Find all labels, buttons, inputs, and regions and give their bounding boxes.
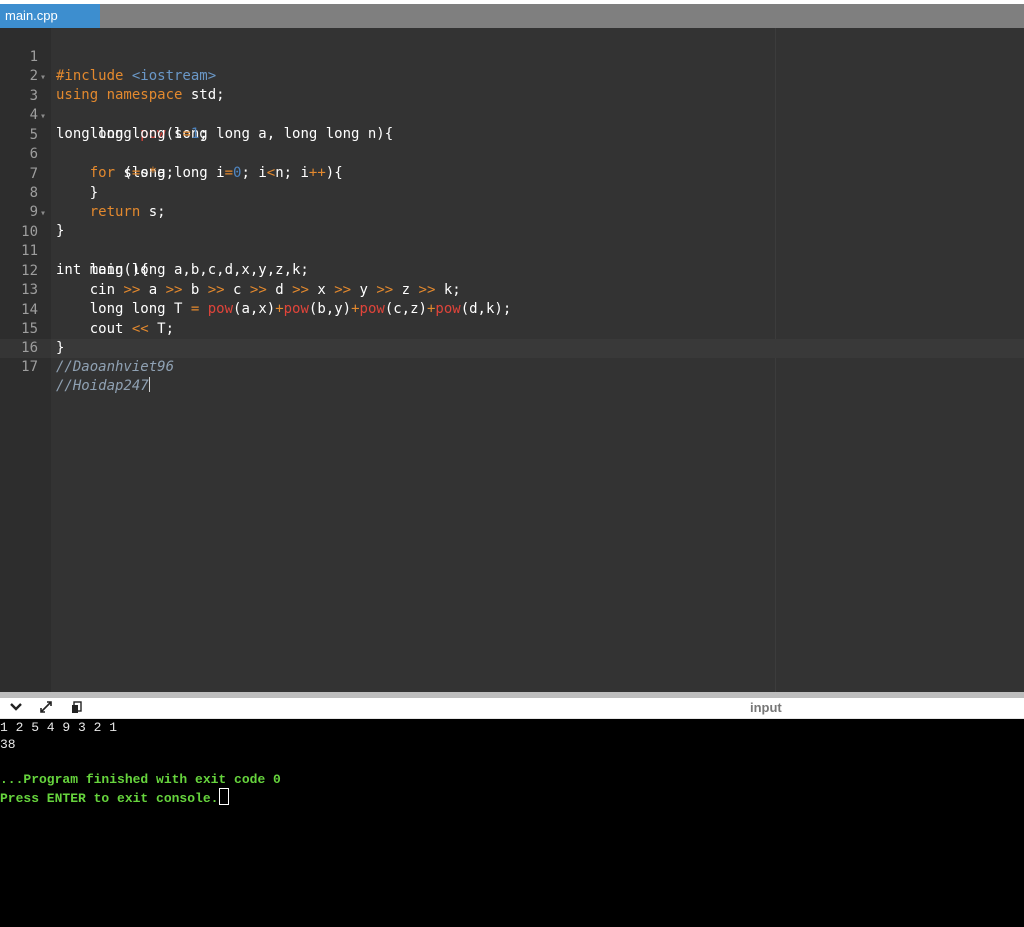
copy-icon[interactable] bbox=[69, 700, 85, 716]
code-text: //Daoanhviet96 bbox=[56, 359, 175, 375]
console-finished-line: ...Program finished with exit code 0 bbox=[0, 772, 281, 787]
code-line-15[interactable]: 15 } bbox=[0, 301, 1024, 356]
text-cursor bbox=[148, 377, 150, 392]
console-output[interactable]: 1 2 5 4 9 3 2 1 38 ...Program finished w… bbox=[0, 719, 1024, 927]
code-line-9[interactable]: 9 } bbox=[0, 184, 1024, 239]
tab-main-cpp[interactable]: main.cpp bbox=[0, 4, 100, 28]
console-input-line: 1 2 5 4 9 3 2 1 bbox=[0, 720, 118, 735]
code-text: //Hoidap247 bbox=[56, 377, 150, 394]
input-tab[interactable]: input bbox=[750, 698, 782, 717]
code-line-17[interactable]: 17 //Hoidap247 bbox=[0, 339, 1024, 394]
code-line-16[interactable]: 16 //Daoanhviet96 bbox=[0, 320, 1024, 375]
fold-arrow-icon[interactable]: ▾ bbox=[40, 68, 50, 87]
code-line-1[interactable]: 1 #include <iostream> bbox=[0, 29, 1024, 84]
code-line-10[interactable]: 10 ▾ int main(){ bbox=[0, 204, 1024, 278]
line-number: 17 bbox=[21, 359, 38, 375]
code-line-4[interactable]: 4 long long s=1; bbox=[0, 87, 1024, 142]
code-line-3[interactable]: 3 ▾ long long pow(long long a, long long… bbox=[0, 68, 1024, 142]
expand-arrows-icon[interactable] bbox=[38, 700, 54, 716]
console-output-line: 38 bbox=[0, 737, 16, 752]
code-line-13[interactable]: 13 long long T = pow(a,x)+pow(b,y)+pow(c… bbox=[0, 262, 1024, 317]
code-line-2[interactable]: 2 using namespace std; bbox=[0, 48, 1024, 103]
console-exit-line: Press ENTER to exit console. bbox=[0, 788, 230, 808]
terminal-cursor bbox=[219, 788, 230, 805]
console-toolbar: input bbox=[0, 698, 1024, 719]
chevron-down-icon[interactable] bbox=[8, 700, 24, 716]
code-line-5[interactable]: 5 ▾ for (long long i=0; i<n; i++){ bbox=[0, 107, 1024, 181]
code-line-14[interactable]: 14 cout << T; bbox=[0, 282, 1024, 337]
code-line-6[interactable]: 6 s=s*a; bbox=[0, 126, 1024, 181]
code-line-7[interactable]: 7 } bbox=[0, 146, 1024, 201]
fold-arrow-icon[interactable]: ▾ bbox=[40, 107, 50, 126]
code-editor[interactable]: 1 #include <iostream> 2 using namespace … bbox=[0, 28, 1024, 692]
code-line-11[interactable]: 11 long long a,b,c,d,x,y,z,k; bbox=[0, 223, 1024, 278]
code-line-12[interactable]: 12 cin >> a >> b >> c >> d >> x >> y >> … bbox=[0, 243, 1024, 298]
console-exit-text: Press ENTER to exit console. bbox=[0, 791, 219, 806]
code-line-8[interactable]: 8 return s; bbox=[0, 165, 1024, 220]
tab-bar: main.cpp bbox=[0, 4, 1024, 28]
fold-arrow-icon[interactable]: ▾ bbox=[40, 204, 50, 223]
